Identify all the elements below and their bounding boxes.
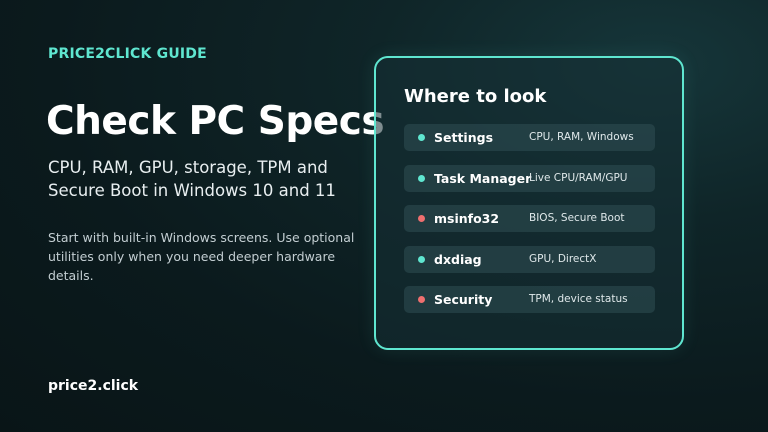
location-name: Task Manager	[434, 170, 532, 186]
slide: { "kicker": "PRICE2CLICK GUIDE", "title"…	[0, 0, 768, 432]
page-title: Check PC Specs	[46, 99, 385, 144]
location-row-security: Security TPM, device status	[404, 286, 655, 313]
location-name: Settings	[434, 130, 494, 145]
where-to-look-card: Where to look Settings CPU, RAM, Windows…	[374, 56, 684, 350]
location-description: Live CPU/RAM/GPU	[529, 171, 628, 184]
status-dot	[418, 134, 425, 141]
location-row-settings: Settings CPU, RAM, Windows	[404, 124, 655, 151]
status-dot	[418, 174, 425, 182]
location-description: CPU, RAM, Windows	[529, 131, 634, 143]
status-dot	[418, 296, 425, 303]
location-name: dxdiag	[434, 251, 482, 267]
footer-brand: price2.click	[48, 378, 139, 394]
location-name: msinfo32	[434, 211, 500, 226]
location-list: Settings CPU, RAM, Windows Task Manager …	[404, 124, 655, 327]
card-title: Where to look	[404, 86, 547, 107]
location-row-msinfo32: msinfo32 BIOS, Secure Boot	[404, 205, 655, 232]
location-row-task-manager: Task Manager Live CPU/RAM/GPU	[404, 164, 655, 192]
intro-text: Start with built-in Windows screens. Use…	[48, 230, 355, 283]
location-row-dxdiag: dxdiag GPU, DirectX	[404, 245, 655, 273]
location-description: TPM, device status	[529, 293, 628, 305]
status-dot	[418, 215, 425, 222]
status-dot	[418, 255, 425, 263]
location-name: Security	[434, 292, 493, 307]
guide-kicker: PRICE2CLICK GUIDE	[48, 46, 207, 62]
location-description: BIOS, Secure Boot	[529, 212, 625, 224]
subtitle: CPU, RAM, GPU, storage, TPM and Secure B…	[48, 158, 336, 200]
location-description: GPU, DirectX	[529, 252, 597, 265]
